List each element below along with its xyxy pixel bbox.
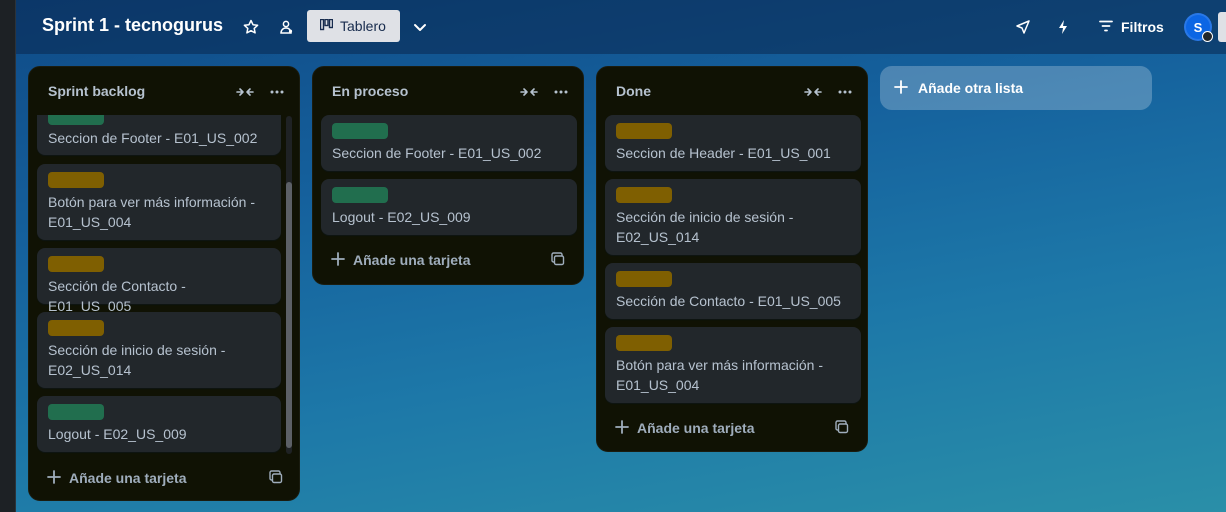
card-title: Seccion de Footer - E01_US_002 [48, 130, 258, 146]
list-title[interactable]: Done [616, 83, 651, 99]
list-scrollbar-thumb[interactable] [286, 182, 292, 448]
list-item[interactable]: Sección de Contacto - E01_US_005 [605, 263, 861, 319]
rocket-icon[interactable] [1008, 12, 1038, 42]
card-list: Seccion de Footer - E01_US_002 Botón par… [29, 115, 301, 457]
list-title[interactable]: En proceso [332, 83, 408, 99]
card-title: Botón para ver más información - E01_US_… [48, 194, 255, 230]
collapse-icon[interactable] [233, 80, 257, 104]
list-item[interactable]: Logout - E02_US_009 [321, 179, 577, 235]
label-green [48, 115, 104, 125]
label-green [332, 187, 388, 203]
add-card-label: Añade una tarjeta [353, 252, 471, 268]
board-header: Sprint 1 - tecnogurus Tablero Filtros S [16, 0, 1226, 54]
template-icon[interactable] [269, 470, 285, 486]
template-icon[interactable] [551, 252, 567, 268]
label-yellow [48, 320, 104, 336]
filters-button[interactable]: Filtros [1099, 12, 1164, 42]
card-title: Seccion de Header - E01_US_001 [616, 145, 831, 161]
template-icon[interactable] [835, 420, 851, 436]
card-title: Sección de Contacto - E01_US_005 [616, 293, 841, 309]
label-yellow [616, 335, 672, 351]
list-en-proceso: En proceso Seccion de Footer - E01_US_00… [312, 66, 584, 285]
label-green [48, 404, 104, 420]
avatar[interactable]: S [1184, 13, 1213, 42]
list-item[interactable]: Botón para ver más información - E01_US_… [37, 164, 281, 240]
label-yellow [48, 256, 104, 272]
list-item[interactable]: Botón para ver más información - E01_US_… [605, 327, 861, 403]
card-title: Botón para ver más información - E01_US_… [616, 357, 823, 393]
add-list-label: Añade otra lista [918, 80, 1024, 96]
share-button[interactable] [1218, 12, 1226, 42]
list-title[interactable]: Sprint backlog [48, 83, 145, 99]
label-yellow [616, 271, 672, 287]
chevron-down-icon[interactable] [405, 12, 435, 42]
plus-icon [47, 469, 61, 487]
list-item[interactable]: Seccion de Footer - E01_US_002 [321, 115, 577, 171]
list-item[interactable]: Sección de inicio de sesión - E02_US_014 [37, 312, 281, 388]
card-title: Sección de inicio de sesión - E02_US_014 [48, 342, 226, 378]
collapse-icon[interactable] [517, 80, 541, 104]
board-view-button[interactable]: Tablero [307, 10, 400, 42]
list-done: Done Seccion de Header - E01_US_001 Secc… [596, 66, 868, 452]
add-card-label: Añade una tarjeta [637, 420, 755, 436]
team-visibility-icon[interactable] [271, 12, 301, 42]
board-view-label: Tablero [340, 18, 386, 34]
avatar-initial: S [1193, 19, 1203, 35]
star-icon[interactable] [236, 12, 266, 42]
card-title: Sección de inicio de sesión - E02_US_014 [616, 209, 794, 245]
admin-badge-icon [1202, 31, 1213, 42]
label-yellow [616, 123, 672, 139]
collapse-icon[interactable] [801, 80, 825, 104]
list-sprint-backlog: Sprint backlog Seccion de Footer - E01_U… [28, 66, 300, 501]
board-view-icon [319, 18, 334, 34]
list-item[interactable]: Sección de Contacto - E01_US_005 [37, 248, 281, 314]
card-title: Seccion de Footer - E01_US_002 [332, 145, 542, 161]
card-title: Logout - E02_US_009 [48, 426, 187, 442]
label-yellow [616, 187, 672, 203]
label-yellow [48, 172, 104, 188]
label-green [332, 123, 388, 139]
more-icon[interactable] [549, 80, 573, 104]
add-card-label: Añade una tarjeta [69, 470, 187, 486]
lightning-icon[interactable] [1048, 12, 1078, 42]
add-card-button[interactable]: Añade una tarjeta [39, 462, 291, 494]
card-title: Logout - E02_US_009 [332, 209, 471, 225]
plus-icon [331, 251, 345, 269]
more-icon[interactable] [833, 80, 857, 104]
list-item[interactable]: Seccion de Header - E01_US_001 [605, 115, 861, 171]
add-list-button[interactable]: Añade otra lista [880, 66, 1152, 110]
list-header: En proceso [313, 67, 583, 115]
list-header: Sprint backlog [29, 67, 299, 115]
list-header: Done [597, 67, 867, 115]
plus-icon [894, 79, 908, 97]
more-icon[interactable] [265, 80, 289, 104]
list-item[interactable]: Seccion de Footer - E01_US_002 [37, 115, 281, 155]
filters-label: Filtros [1121, 19, 1164, 35]
add-card-button[interactable]: Añade una tarjeta [323, 244, 573, 276]
board-title[interactable]: Sprint 1 - tecnogurus [42, 15, 223, 36]
add-card-button[interactable]: Añade una tarjeta [607, 412, 857, 444]
plus-icon [615, 419, 629, 437]
filter-icon [1099, 19, 1113, 35]
list-item[interactable]: Sección de inicio de sesión - E02_US_014 [605, 179, 861, 255]
card-title: Sección de Contacto - E01_US_005 [48, 278, 186, 314]
left-sidebar-edge [0, 0, 16, 512]
list-item[interactable]: Logout - E02_US_009 [37, 396, 281, 452]
